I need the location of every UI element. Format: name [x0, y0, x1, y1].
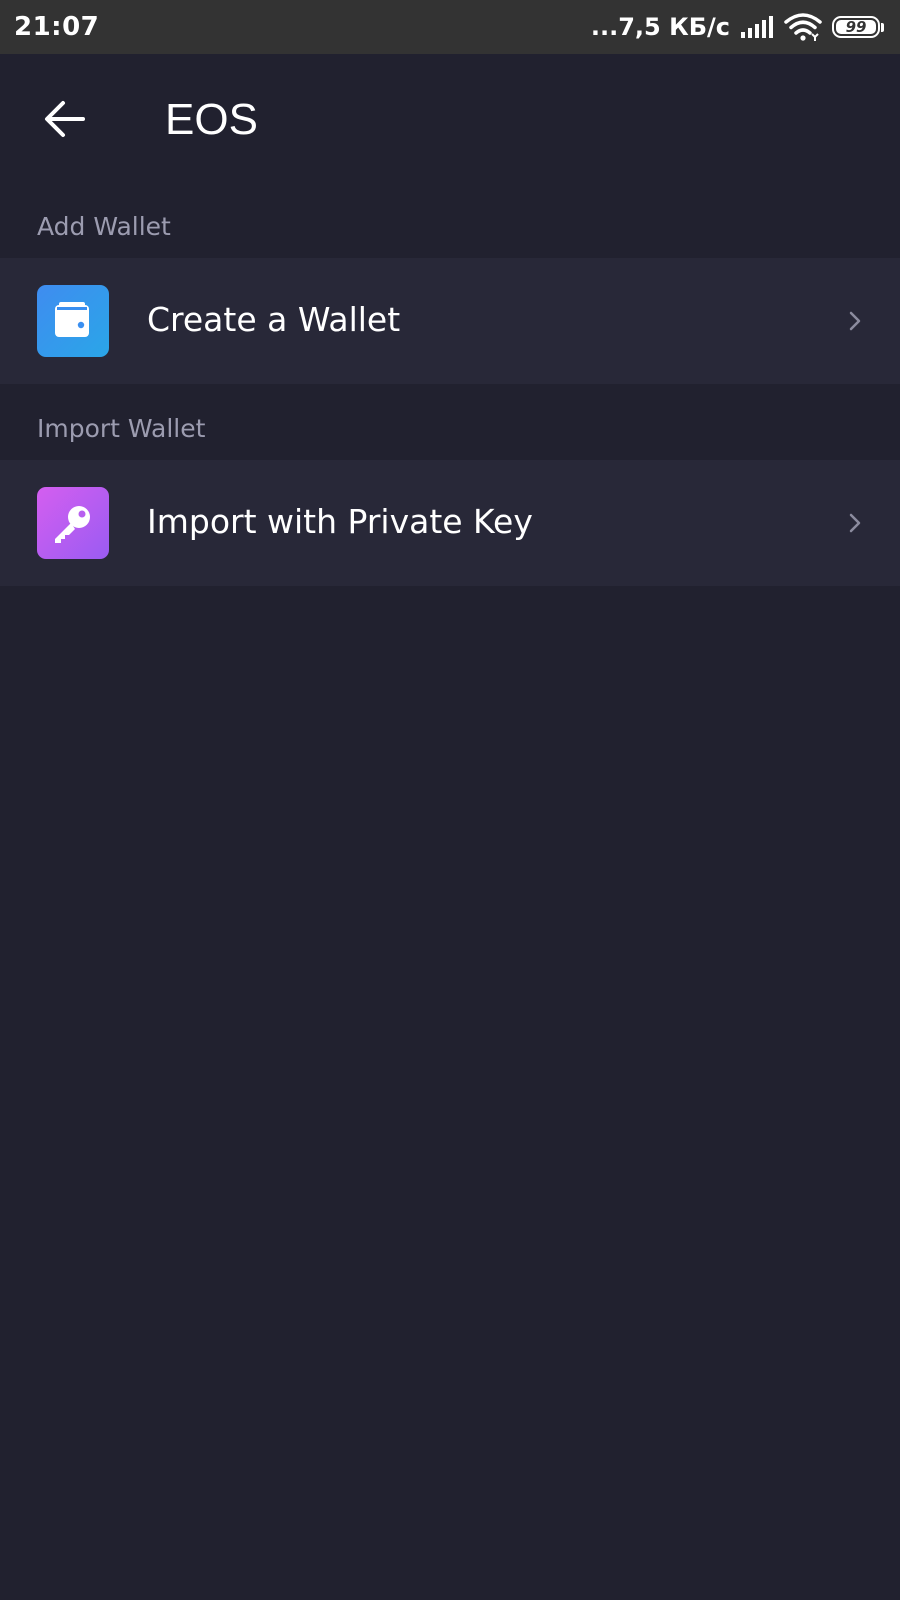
create-wallet-item[interactable]: Create a Wallet: [0, 258, 900, 384]
status-bar: 21:07 ...7,5 КБ/с 99: [0, 0, 900, 54]
key-icon: [37, 487, 109, 559]
app-bar: EOS: [0, 54, 900, 186]
section-header-import-wallet: Import Wallet: [37, 414, 206, 443]
status-icons: ...7,5 КБ/с 99: [591, 0, 886, 54]
chevron-right-icon: [840, 306, 870, 336]
network-speed: ...7,5 КБ/с: [590, 13, 730, 41]
create-wallet-label: Create a Wallet: [147, 300, 401, 339]
wifi-icon: [784, 12, 822, 42]
import-private-key-item[interactable]: Import with Private Key: [0, 460, 900, 586]
back-button[interactable]: [30, 84, 100, 154]
import-private-key-label: Import with Private Key: [147, 502, 533, 541]
wallet-icon: [37, 285, 109, 357]
page-title: EOS: [165, 95, 258, 144]
battery-level-text: 99: [845, 18, 867, 36]
signal-icon: [740, 14, 774, 40]
arrow-left-icon: [45, 101, 85, 137]
section-header-add-wallet: Add Wallet: [37, 212, 171, 241]
battery-icon: 99: [832, 15, 886, 39]
chevron-right-icon: [840, 508, 870, 538]
status-time: 21:07: [14, 12, 100, 42]
